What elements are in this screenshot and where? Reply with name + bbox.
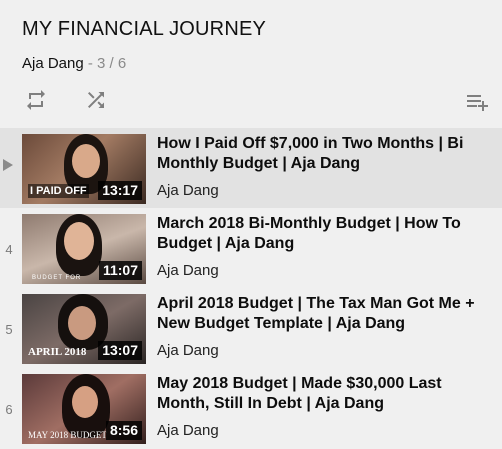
- video-channel: Aja Dang: [157, 262, 219, 279]
- thumbnail-caption: I PAID OFF: [28, 184, 89, 198]
- thumbnail-caption: BUDGET FOR: [32, 275, 82, 281]
- loop-icon: [27, 90, 45, 110]
- video-thumbnail[interactable]: BUDGET FOR 11:07: [22, 214, 146, 284]
- save-playlist-button[interactable]: [464, 88, 492, 116]
- now-playing-icon: [3, 159, 13, 171]
- video-title[interactable]: March 2018 Bi-Monthly Budget | How To Bu…: [157, 214, 497, 254]
- video-title[interactable]: How I Paid Off $7,000 in Two Months | Bi…: [157, 134, 497, 174]
- playlist-title[interactable]: MY FINANCIAL JOURNEY: [22, 18, 266, 41]
- video-thumbnail[interactable]: I PAID OFF 13:17: [22, 134, 146, 204]
- item-index: 4: [5, 242, 13, 257]
- thumbnail-caption: APRIL 2018: [28, 346, 87, 358]
- video-channel: Aja Dang: [157, 182, 219, 199]
- add-to-queue-icon: [467, 95, 488, 111]
- thumbnail-face: [64, 222, 94, 260]
- playlist-item[interactable]: I PAID OFF 13:17 How I Paid Off $7,000 i…: [0, 128, 502, 208]
- thumbnail-caption: MAY 2018 BUDGET: [28, 430, 107, 440]
- video-title[interactable]: April 2018 Budget | The Tax Man Got Me +…: [157, 294, 497, 334]
- playlist-item[interactable]: 4 BUDGET FOR 11:07 March 2018 Bi-Monthly…: [0, 208, 502, 288]
- playlist-byline: Aja Dang - 3 / 6: [22, 55, 126, 72]
- shuffle-button[interactable]: [82, 86, 110, 114]
- playlist-owner[interactable]: Aja Dang: [22, 55, 84, 72]
- video-thumbnail[interactable]: APRIL 2018 13:07: [22, 294, 146, 364]
- video-duration: 11:07: [98, 261, 142, 280]
- video-duration: 13:17: [98, 181, 142, 200]
- video-channel: Aja Dang: [157, 422, 219, 439]
- video-thumbnail[interactable]: MAY 2018 BUDGET 8:56: [22, 374, 146, 444]
- video-duration: 13:07: [98, 341, 142, 360]
- item-index: 5: [5, 322, 13, 337]
- thumbnail-face: [72, 386, 98, 418]
- playlist-items: I PAID OFF 13:17 How I Paid Off $7,000 i…: [0, 124, 502, 449]
- playlist-header: MY FINANCIAL JOURNEY Aja Dang - 3 / 6: [0, 0, 502, 124]
- shuffle-icon: [88, 92, 104, 108]
- video-title[interactable]: May 2018 Budget | Made $30,000 Last Mont…: [157, 374, 497, 414]
- video-channel: Aja Dang: [157, 342, 219, 359]
- video-duration: 8:56: [105, 421, 142, 440]
- playlist-position: - 3 / 6: [83, 55, 127, 72]
- playlist-item[interactable]: 6 MAY 2018 BUDGET 8:56 May 2018 Budget |…: [0, 368, 502, 448]
- item-index: 6: [5, 402, 13, 417]
- thumbnail-face: [68, 306, 96, 340]
- loop-button[interactable]: [22, 86, 50, 114]
- thumbnail-face: [72, 144, 100, 178]
- playlist-item[interactable]: 5 APRIL 2018 13:07 April 2018 Budget | T…: [0, 288, 502, 368]
